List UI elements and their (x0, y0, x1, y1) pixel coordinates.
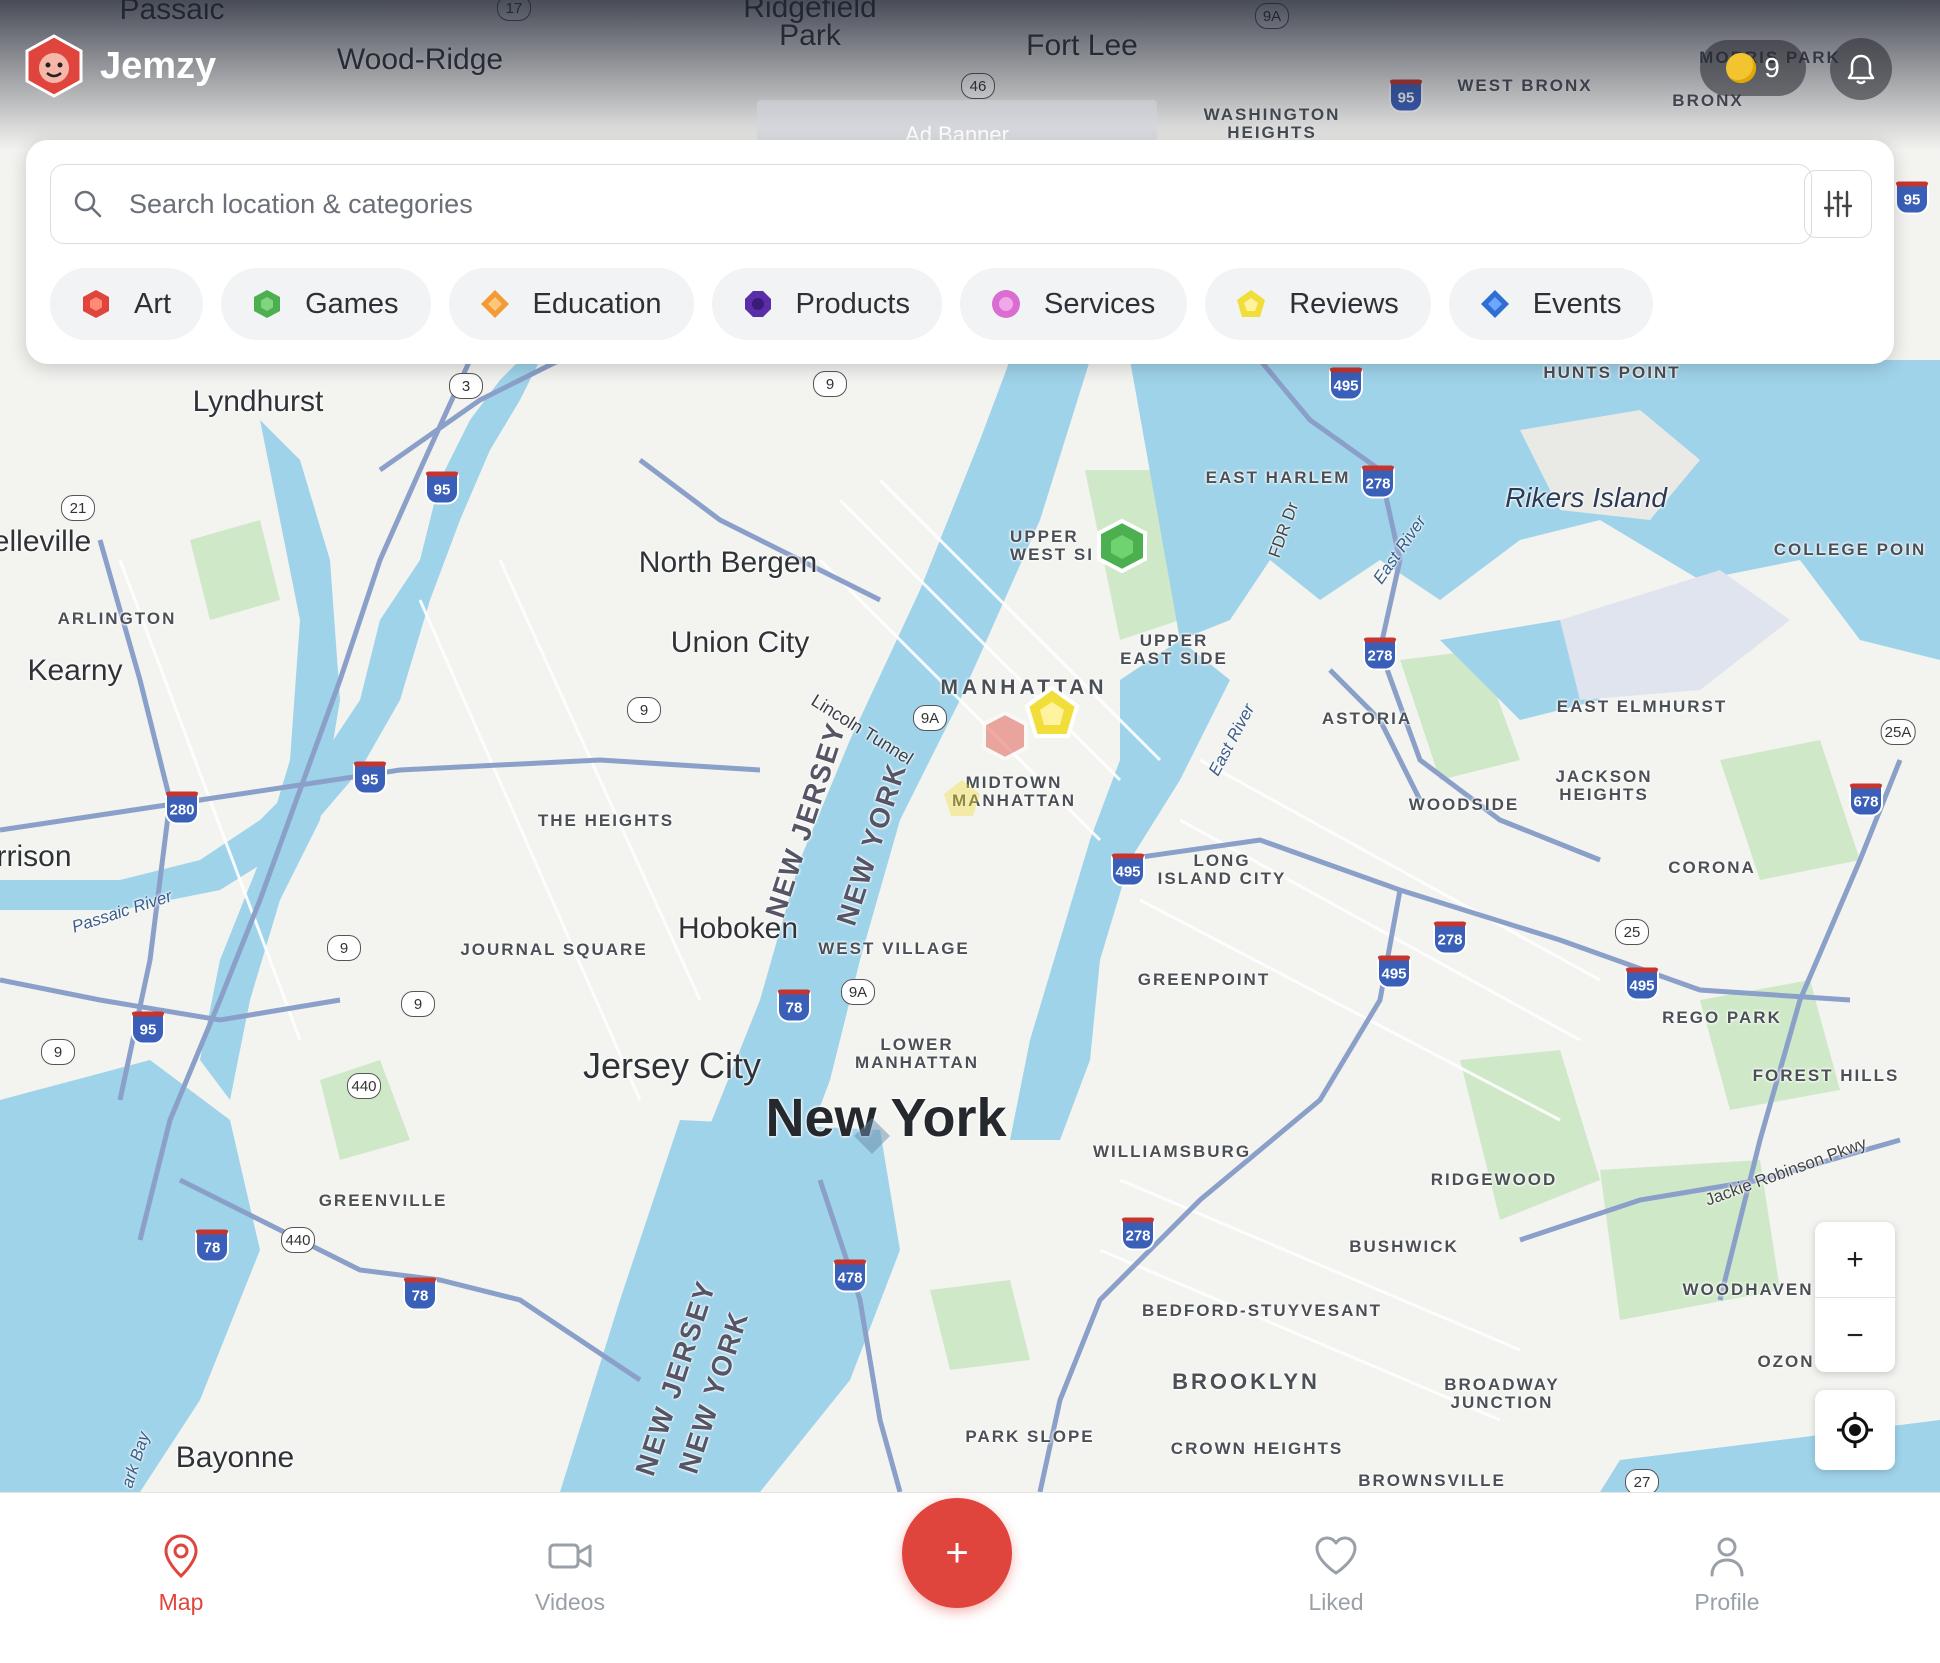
reviews-pentagon-icon (1237, 290, 1266, 317)
route-shield: 440 (347, 1073, 381, 1099)
zoom-out-button[interactable]: − (1815, 1298, 1895, 1373)
interstate-shield: 678 (1849, 783, 1883, 817)
nav-profile-label: Profile (1694, 1589, 1760, 1615)
chip-products[interactable]: Products (711, 268, 942, 340)
interstate-shield: 278 (1363, 637, 1397, 671)
map-marker-games[interactable] (1095, 518, 1149, 574)
route-shield: 25A (1880, 719, 1916, 745)
chip-label: Products (795, 287, 910, 320)
map-marker-art-faded[interactable] (980, 710, 1030, 762)
map-pin-icon (164, 1534, 198, 1579)
interstate-shield: 95 (131, 1011, 165, 1045)
interstate-shield: 78 (403, 1277, 437, 1311)
interstate-shield: 495 (1625, 967, 1659, 1001)
heart-icon (1315, 1536, 1357, 1575)
nav-liked[interactable]: Liked (1236, 1533, 1436, 1616)
jemzy-logo-icon (25, 34, 83, 98)
video-camera-icon (548, 1543, 592, 1569)
chip-label: Education (532, 287, 662, 320)
nav-liked-label: Liked (1308, 1589, 1364, 1615)
route-shield: 3 (449, 373, 483, 399)
interstate-shield: 495 (1111, 853, 1145, 887)
brand: Jemzy (24, 34, 216, 98)
coin-balance[interactable]: 9 (1700, 40, 1806, 96)
interstate-shield: 278 (1121, 1217, 1155, 1251)
interstate-shield: 478 (833, 1259, 867, 1293)
services-circle-icon (992, 290, 1020, 318)
route-shield: 27 (1625, 1469, 1659, 1492)
interstate-shield: 78 (195, 1229, 229, 1263)
interstate-shield: 278 (1433, 921, 1467, 955)
coin-count: 9 (1764, 52, 1780, 83)
route-shield: 21 (61, 495, 95, 521)
chip-label: Games (305, 287, 399, 320)
coin-icon (1726, 53, 1757, 83)
interstate-shield: 280 (165, 791, 199, 825)
interstate-shield: 495 (1377, 955, 1411, 989)
nav-map-label: Map (158, 1589, 204, 1615)
bell-icon (1847, 54, 1875, 85)
interstate-shield: 278 (1361, 465, 1395, 499)
route-shield: 9 (41, 1039, 75, 1065)
category-chips: Art Games Education Products Services Re… (50, 268, 1654, 340)
my-location-button[interactable] (1815, 1390, 1895, 1470)
chip-services[interactable]: Services (960, 268, 1188, 340)
nav-profile[interactable]: Profile (1627, 1533, 1827, 1616)
chip-label: Reviews (1289, 287, 1399, 320)
route-shield: 9A (913, 705, 947, 731)
nav-videos[interactable]: Videos (470, 1533, 670, 1616)
chip-reviews[interactable]: Reviews (1205, 268, 1431, 340)
search-input[interactable] (127, 187, 1731, 221)
filter-button[interactable] (1804, 170, 1872, 238)
search-icon (74, 190, 102, 218)
products-octagon-icon (744, 291, 771, 317)
route-shield: 9 (627, 697, 661, 723)
route-shield: 440 (281, 1227, 315, 1253)
map-marker-reviews[interactable] (1024, 685, 1080, 739)
interstate-shield: 95 (1895, 181, 1929, 215)
education-diamond-icon (480, 290, 509, 318)
nav-videos-label: Videos (535, 1589, 605, 1615)
sliders-icon (1823, 190, 1853, 218)
route-shield: 9A (841, 979, 875, 1005)
nav-map[interactable]: Map (81, 1533, 281, 1616)
route-shield: 9 (327, 935, 361, 961)
interstate-shield: 95 (353, 761, 387, 795)
map-marker-events-faded[interactable] (852, 1116, 892, 1156)
route-shield: 9 (813, 371, 847, 397)
app-name: Jemzy (100, 44, 217, 87)
interstate-shield: 78 (777, 989, 811, 1023)
search-panel: Art Games Education Products Services Re… (26, 140, 1894, 364)
art-hexagon-icon (83, 290, 109, 318)
chip-label: Services (1044, 287, 1156, 320)
chip-label: Events (1532, 287, 1622, 320)
chip-education[interactable]: Education (448, 268, 694, 340)
chip-art[interactable]: Art (50, 268, 204, 340)
chip-games[interactable]: Games (221, 268, 431, 340)
interstate-shield: 95 (425, 471, 459, 505)
route-shield: 25 (1615, 919, 1649, 945)
notifications-button[interactable] (1830, 38, 1892, 100)
games-hexagon-icon (254, 290, 281, 318)
user-icon (1710, 1537, 1744, 1577)
events-diamond-icon (1480, 290, 1509, 318)
add-button[interactable]: + (902, 1498, 1012, 1608)
search-box[interactable] (50, 164, 1812, 244)
crosshair-icon (1837, 1412, 1873, 1448)
route-shield: 9 (401, 991, 435, 1017)
map-marker-reviews-faded[interactable] (942, 778, 982, 818)
zoom-in-button[interactable]: + (1815, 1222, 1895, 1297)
chip-label: Art (134, 287, 172, 320)
interstate-shield: 495 (1329, 367, 1363, 401)
chip-events[interactable]: Events (1448, 268, 1654, 340)
add-plus-icon: + (945, 1530, 969, 1575)
zoom-controls: + − (1815, 1222, 1895, 1372)
